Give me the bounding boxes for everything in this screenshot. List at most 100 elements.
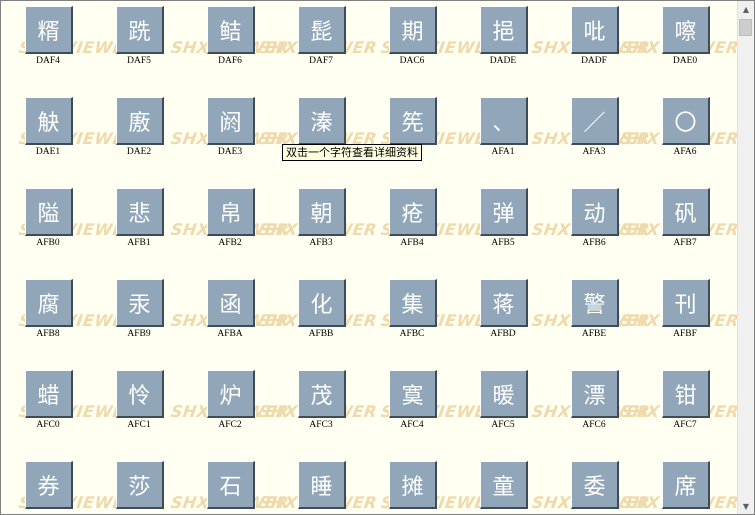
character-tile-button[interactable]: 朝 xyxy=(298,188,346,236)
scroll-down-arrow-icon[interactable]: ▼ xyxy=(738,498,754,514)
character-cell[interactable]: 刊 AFBF xyxy=(641,274,710,349)
character-tile-button[interactable]: 廒 xyxy=(116,97,164,145)
character-tile-button[interactable]: 怜 xyxy=(116,370,164,418)
character-cell[interactable]: 化 AFBB xyxy=(277,274,346,349)
character-cell[interactable]: 券 xyxy=(4,456,73,514)
character-cell[interactable]: 嚓 DAE0 xyxy=(641,1,710,76)
character-tile-button[interactable]: 腐 xyxy=(25,279,73,327)
character-cell[interactable]: 糈 DAF4 xyxy=(4,1,73,76)
character-tile-button[interactable]: 钳 xyxy=(662,370,710,418)
character-cell[interactable]: 腐 AFB8 xyxy=(4,274,73,349)
character-cell[interactable]: 莎 xyxy=(95,456,164,514)
character-tile-button[interactable]: 跣 xyxy=(116,6,164,54)
character-cell[interactable]: 钳 AFC7 xyxy=(641,365,710,440)
character-tile-button[interactable]: 期 xyxy=(389,6,437,54)
character-cell[interactable]: 石 xyxy=(186,456,255,514)
character-tile-button[interactable]: 席 xyxy=(662,461,710,509)
character-cell[interactable]: 吡 DADF xyxy=(550,1,619,76)
character-tile-button[interactable]: 寞 xyxy=(389,370,437,418)
character-cell[interactable]: 睡 xyxy=(277,456,346,514)
character-tile-button[interactable]: 挹 xyxy=(480,6,528,54)
character-cell[interactable]: 廒 DAE2 xyxy=(95,92,164,167)
character-cell[interactable]: 委 xyxy=(550,456,619,514)
character-tile-button[interactable]: 鲒 xyxy=(207,6,255,54)
character-tile-button[interactable]: 童 xyxy=(480,461,528,509)
character-tile-button[interactable]: 嚓 xyxy=(662,6,710,54)
character-cell[interactable]: 怜 AFC1 xyxy=(95,365,164,440)
character-cell[interactable]: 隘 AFB0 xyxy=(4,183,73,258)
character-tile-button[interactable]: 觖 xyxy=(25,97,73,145)
character-cell[interactable]: 跣 DAF5 xyxy=(95,1,164,76)
character-cell[interactable]: 觖 DAE1 xyxy=(4,92,73,167)
character-cell[interactable]: 弹 AFB5 xyxy=(459,183,528,258)
character-tile-button[interactable]: 警 xyxy=(571,279,619,327)
character-tile-button[interactable]: 茂 xyxy=(298,370,346,418)
character-tile-button[interactable]: 漂 xyxy=(571,370,619,418)
character-tile-button[interactable]: 吡 xyxy=(571,6,619,54)
character-cell[interactable]: 期 DAC6 xyxy=(368,1,437,76)
character-tile-button[interactable]: 动 xyxy=(571,188,619,236)
character-tile-button[interactable]: 莎 xyxy=(116,461,164,509)
character-cell[interactable]: 摊 xyxy=(368,456,437,514)
character-tile-button[interactable]: 券 xyxy=(25,461,73,509)
character-cell[interactable]: 〇 AFA6 xyxy=(641,92,710,167)
character-tile-button[interactable]: ／ xyxy=(571,97,619,145)
character-tile-button[interactable]: 汞 xyxy=(116,279,164,327)
character-cell[interactable]: 集 AFBC xyxy=(368,274,437,349)
vertical-scrollbar[interactable]: ▲ ▼ xyxy=(737,1,754,514)
character-cell[interactable]: 、 AFA1 xyxy=(459,92,528,167)
character-cell[interactable]: 函 AFBA xyxy=(186,274,255,349)
character-tile-button[interactable]: 集 xyxy=(389,279,437,327)
character-tile-button[interactable]: 睡 xyxy=(298,461,346,509)
scroll-up-arrow-icon[interactable]: ▲ xyxy=(738,1,754,17)
character-tile-button[interactable]: 化 xyxy=(298,279,346,327)
character-cell[interactable]: 挹 DADE xyxy=(459,1,528,76)
character-cell[interactable]: 动 AFB6 xyxy=(550,183,619,258)
character-cell[interactable]: 悲 AFB1 xyxy=(95,183,164,258)
character-tile-button[interactable]: 糈 xyxy=(25,6,73,54)
character-cell[interactable]: 朝 AFB3 xyxy=(277,183,346,258)
character-cell[interactable]: 髭 DAF7 xyxy=(277,1,346,76)
character-tile-button[interactable]: 暖 xyxy=(480,370,528,418)
scrollbar-thumb[interactable] xyxy=(739,19,752,36)
character-cell[interactable]: 暖 AFC5 xyxy=(459,365,528,440)
character-tile-button[interactable]: 疮 xyxy=(389,188,437,236)
character-tile-button[interactable]: 蜡 xyxy=(25,370,73,418)
character-cell[interactable]: 汞 AFB9 xyxy=(95,274,164,349)
character-tile-button[interactable]: 、 xyxy=(480,97,528,145)
character-tile-button[interactable]: 炉 xyxy=(207,370,255,418)
character-tile-button[interactable]: 阏 xyxy=(207,97,255,145)
character-cell[interactable]: 警 AFBE xyxy=(550,274,619,349)
character-tile-button[interactable]: 悲 xyxy=(116,188,164,236)
character-tile-button[interactable]: 隘 xyxy=(25,188,73,236)
character-tile-button[interactable]: 函 xyxy=(207,279,255,327)
character-cell[interactable]: 茂 AFC3 xyxy=(277,365,346,440)
character-cell[interactable]: 蒋 AFBD xyxy=(459,274,528,349)
character-tile-button[interactable]: 摊 xyxy=(389,461,437,509)
character-tile-button[interactable]: 〇 xyxy=(662,97,710,145)
character-code-label: DAF5 xyxy=(127,56,151,66)
character-tile-button[interactable]: 髭 xyxy=(298,6,346,54)
character-cell[interactable]: 鲒 DAF6 xyxy=(186,1,255,76)
character-tile-button[interactable]: 弹 xyxy=(480,188,528,236)
character-tile-button[interactable]: 筅 xyxy=(389,97,437,145)
character-cell[interactable]: 阏 DAE3 xyxy=(186,92,255,167)
character-cell[interactable]: 帛 AFB2 xyxy=(186,183,255,258)
character-cell[interactable]: ／ AFA3 xyxy=(550,92,619,167)
character-tile-button[interactable]: 刊 xyxy=(662,279,710,327)
character-tile-button[interactable]: 矾 xyxy=(662,188,710,236)
character-code-label: DAC6 xyxy=(399,56,425,66)
character-tile-button[interactable]: 蒋 xyxy=(480,279,528,327)
character-tile-button[interactable]: 溱 xyxy=(298,97,346,145)
character-cell[interactable]: 寞 AFC4 xyxy=(368,365,437,440)
character-cell[interactable]: 席 xyxy=(641,456,710,514)
character-cell[interactable]: 漂 AFC6 xyxy=(550,365,619,440)
character-cell[interactable]: 炉 AFC2 xyxy=(186,365,255,440)
character-cell[interactable]: 矾 AFB7 xyxy=(641,183,710,258)
character-tile-button[interactable]: 石 xyxy=(207,461,255,509)
character-tile-button[interactable]: 帛 xyxy=(207,188,255,236)
character-tile-button[interactable]: 委 xyxy=(571,461,619,509)
character-cell[interactable]: 童 xyxy=(459,456,528,514)
character-cell[interactable]: 蜡 AFC0 xyxy=(4,365,73,440)
character-cell[interactable]: 疮 AFB4 xyxy=(368,183,437,258)
